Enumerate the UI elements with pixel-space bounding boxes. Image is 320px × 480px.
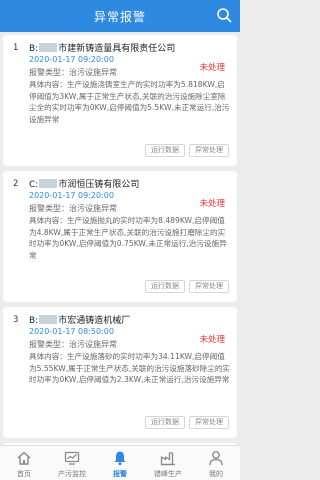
alarm-content: 具体内容：生产设施落砂的实时功率为34.11KW,启停阈值为5.55KW,属于正… xyxy=(29,352,231,384)
run-data-button[interactable]: 运行数据 xyxy=(145,416,185,429)
alarm-card[interactable]: 2 C: 市润恒压铸有限公司 2020-01-17 09:20:00 未处理 报警… xyxy=(3,171,237,302)
alarm-time: 2020-01-17 09:20:00 xyxy=(29,55,114,64)
alarm-card[interactable]: 3 B: 市宏通铸造机械厂 2020-01-17 08:50:00 未处理 报警类… xyxy=(3,307,237,438)
tab-label: 报警 xyxy=(113,470,127,478)
company-name: B: 市建新铸造量具有限责任公司 xyxy=(29,43,176,54)
alarm-type: 报警类型：治污设施异常 xyxy=(29,204,117,213)
alarm-list: 1 B: 市建新铸造量具有限责任公司 2020-01-17 09:20:00 未处… xyxy=(3,35,237,464)
handle-exception-button[interactable]: 异常处理 xyxy=(189,280,229,293)
monitor-icon xyxy=(64,451,80,465)
tab-mine[interactable]: 我的 xyxy=(192,446,240,480)
bell-icon xyxy=(114,451,126,466)
tab-label: 错峰生产 xyxy=(154,470,182,478)
home-icon xyxy=(17,451,31,465)
redacted-block xyxy=(39,179,58,188)
card-index: 1 xyxy=(13,43,19,53)
factory-icon xyxy=(160,452,175,466)
alarm-type: 报警类型：治污设施异常 xyxy=(29,68,117,77)
tab-peak-shift[interactable]: 错峰生产 xyxy=(144,446,192,480)
alarm-card[interactable]: 1 B: 市建新铸造量具有限责任公司 2020-01-17 09:20:00 未处… xyxy=(3,35,237,166)
handle-exception-button[interactable]: 异常处理 xyxy=(189,416,229,429)
app-header: 异常报警 xyxy=(0,0,240,32)
tab-label: 我的 xyxy=(209,470,223,478)
redacted-block xyxy=(39,43,58,52)
alarm-time: 2020-01-17 08:50:00 xyxy=(29,327,114,336)
alarm-type: 报警类型：治污设施异常 xyxy=(29,340,117,349)
tab-alarm[interactable]: 报警 xyxy=(96,446,144,480)
bottom-tab-bar: 首页 产污监控 报警 错峰生产 我的 xyxy=(0,445,240,480)
tab-monitor[interactable]: 产污监控 xyxy=(48,446,96,480)
search-icon[interactable] xyxy=(216,7,232,23)
run-data-button[interactable]: 运行数据 xyxy=(145,280,185,293)
status-badge: 未处理 xyxy=(199,199,225,209)
status-badge: 未处理 xyxy=(199,63,225,73)
status-badge: 未处理 xyxy=(199,335,225,345)
tab-label: 产污监控 xyxy=(58,470,86,478)
company-name: C: 市润恒压铸有限公司 xyxy=(29,179,140,190)
card-index: 3 xyxy=(13,315,19,325)
alarm-content: 具体内容：生产设施抛丸的实时功率为8.489KW,启停阈值为4.8KW,属于正常… xyxy=(29,216,227,260)
card-index: 2 xyxy=(13,179,19,189)
page-title: 异常报警 xyxy=(93,10,146,24)
alarm-content: 具体内容：生产设施浇铸室生产的实时功率为5.818KW,启停阈值为3KW,属于正… xyxy=(29,80,230,124)
redacted-block xyxy=(39,315,58,324)
tab-label: 首页 xyxy=(17,470,31,478)
alarm-time: 2020-01-17 09:20:00 xyxy=(29,191,114,200)
company-name: B: 市宏通铸造机械厂 xyxy=(29,315,131,326)
handle-exception-button[interactable]: 异常处理 xyxy=(189,144,229,157)
run-data-button[interactable]: 运行数据 xyxy=(145,144,185,157)
tab-home[interactable]: 首页 xyxy=(0,446,48,480)
user-icon xyxy=(209,451,223,466)
